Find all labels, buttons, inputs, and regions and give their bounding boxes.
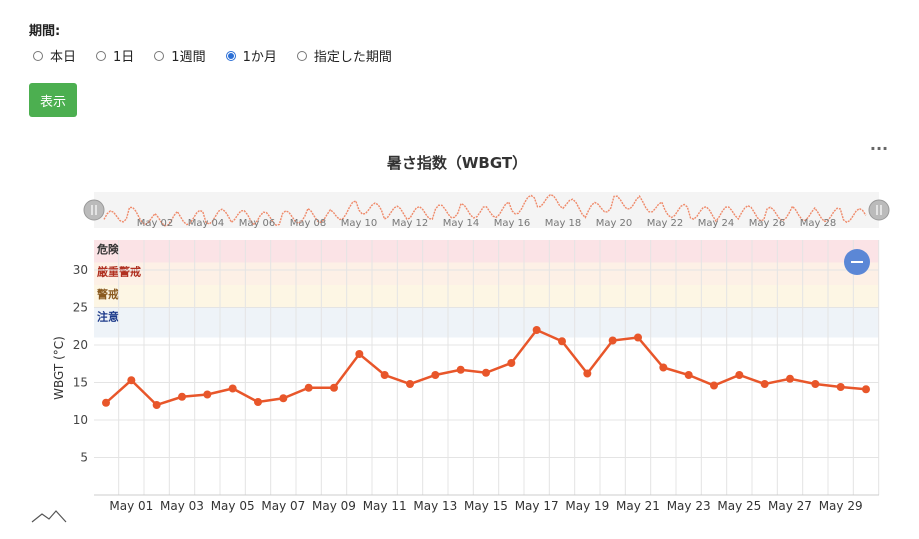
navigator-tick-label: May 22	[647, 218, 684, 229]
x-tick-label: May 29	[819, 499, 863, 513]
x-tick-label: May 21	[616, 499, 660, 513]
navigator-tick-label: May 08	[290, 218, 327, 229]
data-point	[456, 365, 465, 374]
chart-menu-icon[interactable]: ...	[870, 135, 888, 154]
navigator-tick-label: May 24	[698, 218, 735, 229]
data-point	[330, 383, 338, 392]
band-2	[94, 285, 879, 308]
navigator-tick-label: May 28	[800, 218, 837, 229]
data-point	[102, 398, 110, 407]
x-tick-label: May 11	[363, 499, 407, 513]
x-tick-label: May 03	[160, 499, 204, 513]
y-tick-label: 25	[73, 301, 88, 315]
data-point	[507, 359, 516, 367]
x-tick-label: May 25	[717, 499, 761, 513]
x-tick-label: May 07	[261, 499, 305, 513]
x-tick-label: May 01	[109, 499, 153, 513]
data-point	[786, 374, 794, 383]
y-tick-label: 10	[73, 413, 88, 427]
data-point	[811, 380, 820, 388]
plot-area: 危険厳重警戒警戒注意51015202530May 01May 03May 05M…	[73, 240, 880, 513]
data-point	[760, 380, 769, 388]
zoom-reset-button[interactable]	[844, 249, 870, 275]
data-point	[228, 384, 237, 393]
data-point	[254, 398, 262, 406]
navigator-tick-label: May 16	[494, 218, 531, 229]
data-point	[127, 376, 136, 385]
data-point	[659, 363, 668, 372]
data-point	[431, 371, 440, 379]
data-point	[836, 383, 845, 391]
data-point	[152, 401, 161, 409]
x-tick-label: May 27	[768, 499, 812, 513]
navigator-tick-label: May 06	[239, 218, 276, 229]
data-point	[634, 333, 642, 342]
data-point	[684, 371, 693, 379]
x-tick-label: May 09	[312, 499, 356, 513]
navigator-tick-label: May 02	[137, 218, 174, 229]
data-point	[406, 380, 414, 388]
navigator-tick-label: May 26	[749, 218, 786, 229]
band-label: 危険	[96, 242, 120, 256]
band-0	[94, 240, 879, 263]
data-point	[532, 326, 541, 334]
data-point	[380, 371, 389, 379]
band-3	[94, 307, 879, 338]
wbgt-chart: 暑さ指数（WBGT） ... May 02 May 04 May 06 May 08 M…	[31, 135, 890, 523]
data-point	[482, 368, 490, 377]
navigator-tick-label: May 12	[392, 218, 429, 229]
y-tick-label: 5	[80, 451, 88, 465]
chart-title: 暑さ指数（WBGT）	[387, 154, 527, 172]
navigator-tick-label: May 20	[596, 218, 633, 229]
x-tick-label: May 17	[515, 499, 559, 513]
data-point	[583, 369, 592, 378]
navigator[interactable]: May 02 May 04 May 06 May 08 May 10 May 12 May …	[83, 192, 890, 229]
y-tick-label: 20	[73, 338, 88, 352]
y-tick-label: 30	[73, 263, 88, 277]
x-tick-label: May 05	[211, 499, 255, 513]
data-point	[608, 336, 617, 345]
data-point	[203, 390, 212, 399]
navigator-handle-left[interactable]	[83, 199, 105, 221]
band-label: 注意	[97, 310, 119, 324]
data-point	[558, 337, 566, 346]
navigator-tick-label: May 18	[545, 218, 582, 229]
data-point	[178, 392, 186, 401]
data-point	[710, 381, 718, 390]
band-1	[94, 262, 879, 285]
navigator-handle-right[interactable]	[868, 199, 890, 221]
data-point	[355, 350, 364, 358]
x-tick-label: May 13	[413, 499, 457, 513]
data-point	[304, 383, 313, 392]
mountain-icon	[31, 510, 67, 523]
x-tick-label: May 19	[565, 499, 609, 513]
navigator-tick-label: May 10	[341, 218, 378, 229]
data-point	[862, 385, 870, 394]
x-tick-label: May 23	[667, 499, 711, 513]
data-point	[735, 371, 744, 379]
band-label: 警戒	[96, 287, 119, 301]
y-tick-label: 15	[73, 376, 88, 390]
y-axis-label: WBGT (°C)	[52, 336, 66, 400]
navigator-tick-label: May 04	[188, 218, 225, 229]
x-tick-label: May 15	[464, 499, 508, 513]
navigator-tick-label: May 14	[443, 218, 480, 229]
data-point	[279, 394, 288, 403]
